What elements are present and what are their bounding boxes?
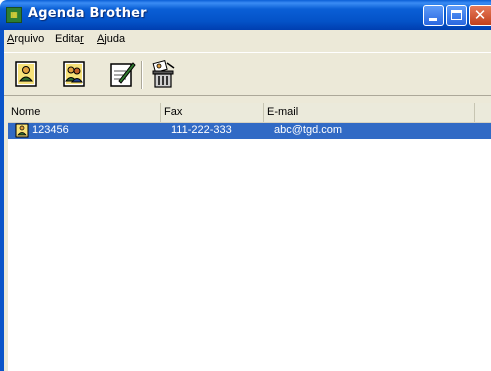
list-header: Nome Fax E-mail [8,103,491,123]
close-button[interactable]: ✕ [469,5,491,26]
column-header-email[interactable]: E-mail [264,103,475,122]
menu-arquivo[interactable]: Arquivo [7,33,44,45]
agenda-window: ▦ Agenda Brother ✕ Arquivo Editar Ajuda [0,0,491,371]
group-card-icon [63,61,85,87]
toolbar [4,52,491,96]
row-nome: 123456 [32,124,69,136]
new-member-button[interactable] [12,59,42,89]
list-row[interactable]: 123456 111-222-333 abc@tgd.com [8,123,491,139]
row-fax: 111-222-333 [171,124,232,136]
close-icon: ✕ [473,6,487,24]
minimize-icon [429,18,437,21]
contact-list[interactable]: Nome Fax E-mail 123456 111-222-333 abc@t… [8,103,491,371]
column-header-nome[interactable]: Nome [8,103,161,122]
row-email: abc@tgd.com [274,124,343,136]
trash-icon [152,59,175,88]
menu-ajuda[interactable]: Ajuda [97,33,125,45]
edit-pencil-icon [110,62,136,87]
menu-bar: Arquivo Editar Ajuda [4,31,491,49]
menu-editar[interactable]: Editar [55,33,84,45]
contact-card-icon [15,123,29,138]
minimize-button[interactable] [423,5,444,26]
edit-button[interactable] [107,59,137,89]
address-book-icon: ▦ [6,7,22,23]
person-card-icon [15,61,37,87]
window-title: Agenda Brother [28,6,147,21]
new-group-button[interactable] [60,59,90,89]
maximize-button[interactable] [446,5,467,26]
column-header-fax[interactable]: Fax [161,103,264,122]
toolbar-separator [141,61,143,89]
delete-button[interactable] [149,59,179,89]
title-bar[interactable]: ▦ Agenda Brother ✕ [0,0,491,30]
maximize-icon [451,10,462,20]
